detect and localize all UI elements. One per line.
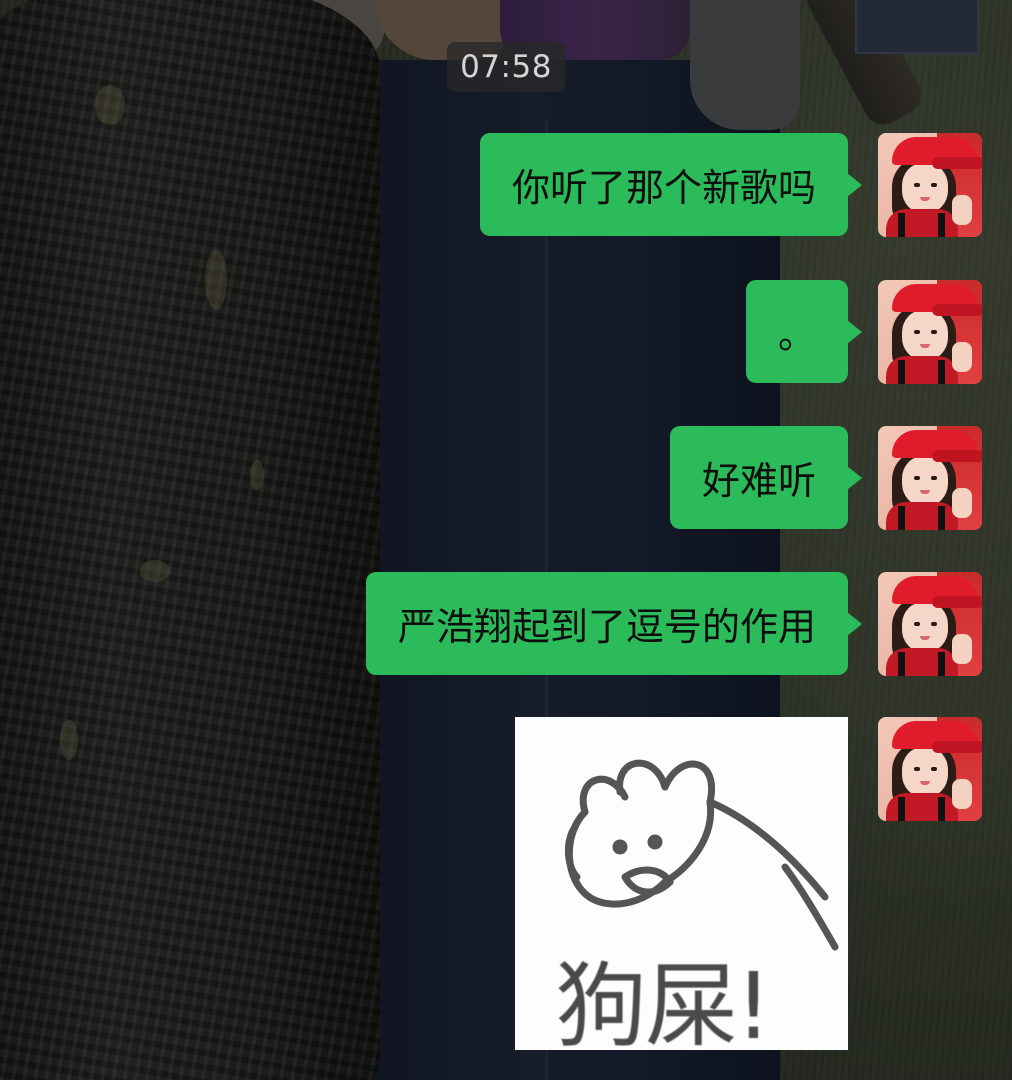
sticker-caption: 狗屎!	[555, 953, 772, 1050]
message-row: 。	[745, 280, 982, 384]
sender-avatar[interactable]	[878, 280, 982, 384]
sticker-image[interactable]: 狗屎!	[515, 717, 848, 1050]
message-bubble[interactable]: 你听了那个新歌吗	[479, 133, 863, 236]
message-row: 狗屎!	[515, 717, 982, 1050]
sender-avatar[interactable]	[878, 133, 982, 237]
timestamp-pill: 07:58	[447, 42, 565, 92]
message-row: 好难听	[669, 426, 982, 530]
message-bubble[interactable]: 好难听	[669, 426, 863, 529]
sender-avatar[interactable]	[878, 572, 982, 676]
message-row: 严浩翔起到了逗号的作用	[365, 572, 982, 676]
sender-avatar[interactable]	[878, 426, 982, 530]
message-bubble[interactable]: 严浩翔起到了逗号的作用	[365, 572, 863, 675]
message-bubble[interactable]: 。	[745, 280, 863, 383]
message-row: 你听了那个新歌吗	[479, 133, 982, 237]
sender-avatar[interactable]	[878, 717, 982, 821]
